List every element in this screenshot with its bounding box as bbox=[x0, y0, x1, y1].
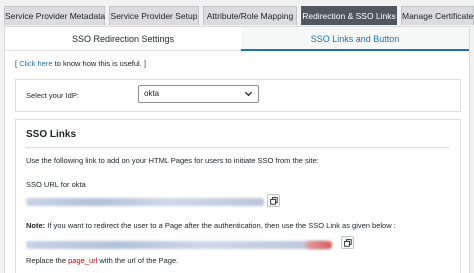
replace-suffix: with the url of the Page. bbox=[99, 256, 179, 265]
copy-sso-url-button[interactable] bbox=[267, 194, 280, 207]
replace-code: page_url bbox=[68, 256, 98, 265]
redirect-note: Note: If you want to redirect the user t… bbox=[26, 221, 396, 230]
copy-icon bbox=[344, 239, 352, 247]
tab-attribute-role-mapping[interactable]: Attribute/Role Mapping bbox=[203, 6, 297, 25]
tab-manage-certificate[interactable]: Manage Certificate bbox=[401, 6, 474, 25]
settings-panel: SSO Redirection Settings SSO Links and B… bbox=[4, 26, 470, 273]
tab-service-provider-setup[interactable]: Service Provider Setup bbox=[109, 6, 199, 25]
tab-redirection-sso-links[interactable]: Redirection & SSO Links bbox=[301, 6, 397, 25]
sso-links-box: SSO Links Use the following link to add … bbox=[15, 119, 461, 273]
help-link[interactable]: Click here bbox=[19, 59, 52, 68]
sub-tab-bar: SSO Redirection Settings SSO Links and B… bbox=[5, 27, 469, 51]
note-text: If you want to redirect the user to a Pa… bbox=[47, 221, 396, 230]
help-open-bracket: [ bbox=[15, 59, 18, 68]
subtab-sso-links-and-button[interactable]: SSO Links and Button bbox=[241, 27, 469, 51]
note-prefix: Note: bbox=[26, 221, 46, 230]
copy-redirect-url-button[interactable] bbox=[341, 236, 354, 249]
settings-tab-bar: Service Provider Metadata Service Provid… bbox=[0, 0, 474, 26]
subtab-sso-redirection-settings[interactable]: SSO Redirection Settings bbox=[5, 27, 241, 51]
help-line: [ Click here to know how this is useful.… bbox=[15, 59, 146, 68]
copy-icon bbox=[270, 197, 278, 205]
divider bbox=[26, 147, 450, 148]
replace-prefix: Replace the bbox=[26, 256, 67, 265]
sso-url-label: SSO URL for okta bbox=[26, 180, 86, 189]
help-close-bracket: ] bbox=[143, 59, 146, 68]
sso-redirect-url-value[interactable] bbox=[26, 241, 326, 249]
sso-links-title: SSO Links bbox=[26, 129, 77, 140]
help-text: to know how this is useful. bbox=[54, 59, 142, 68]
tab-service-provider-metadata[interactable]: Service Provider Metadata bbox=[4, 6, 105, 25]
idp-label: Select your IdP: bbox=[26, 91, 79, 100]
page-url-placeholder bbox=[306, 241, 332, 249]
idp-selection-box: Select your IdP: okta bbox=[15, 79, 461, 112]
sso-url-value[interactable] bbox=[26, 198, 264, 206]
chevron-down-icon bbox=[244, 91, 253, 97]
idp-select[interactable]: okta bbox=[138, 85, 259, 103]
idp-selected-value: okta bbox=[144, 89, 160, 98]
replace-instructions: Replace the page_url with the url of the… bbox=[26, 256, 178, 265]
sso-links-description: Use the following link to add on your HT… bbox=[26, 156, 319, 165]
